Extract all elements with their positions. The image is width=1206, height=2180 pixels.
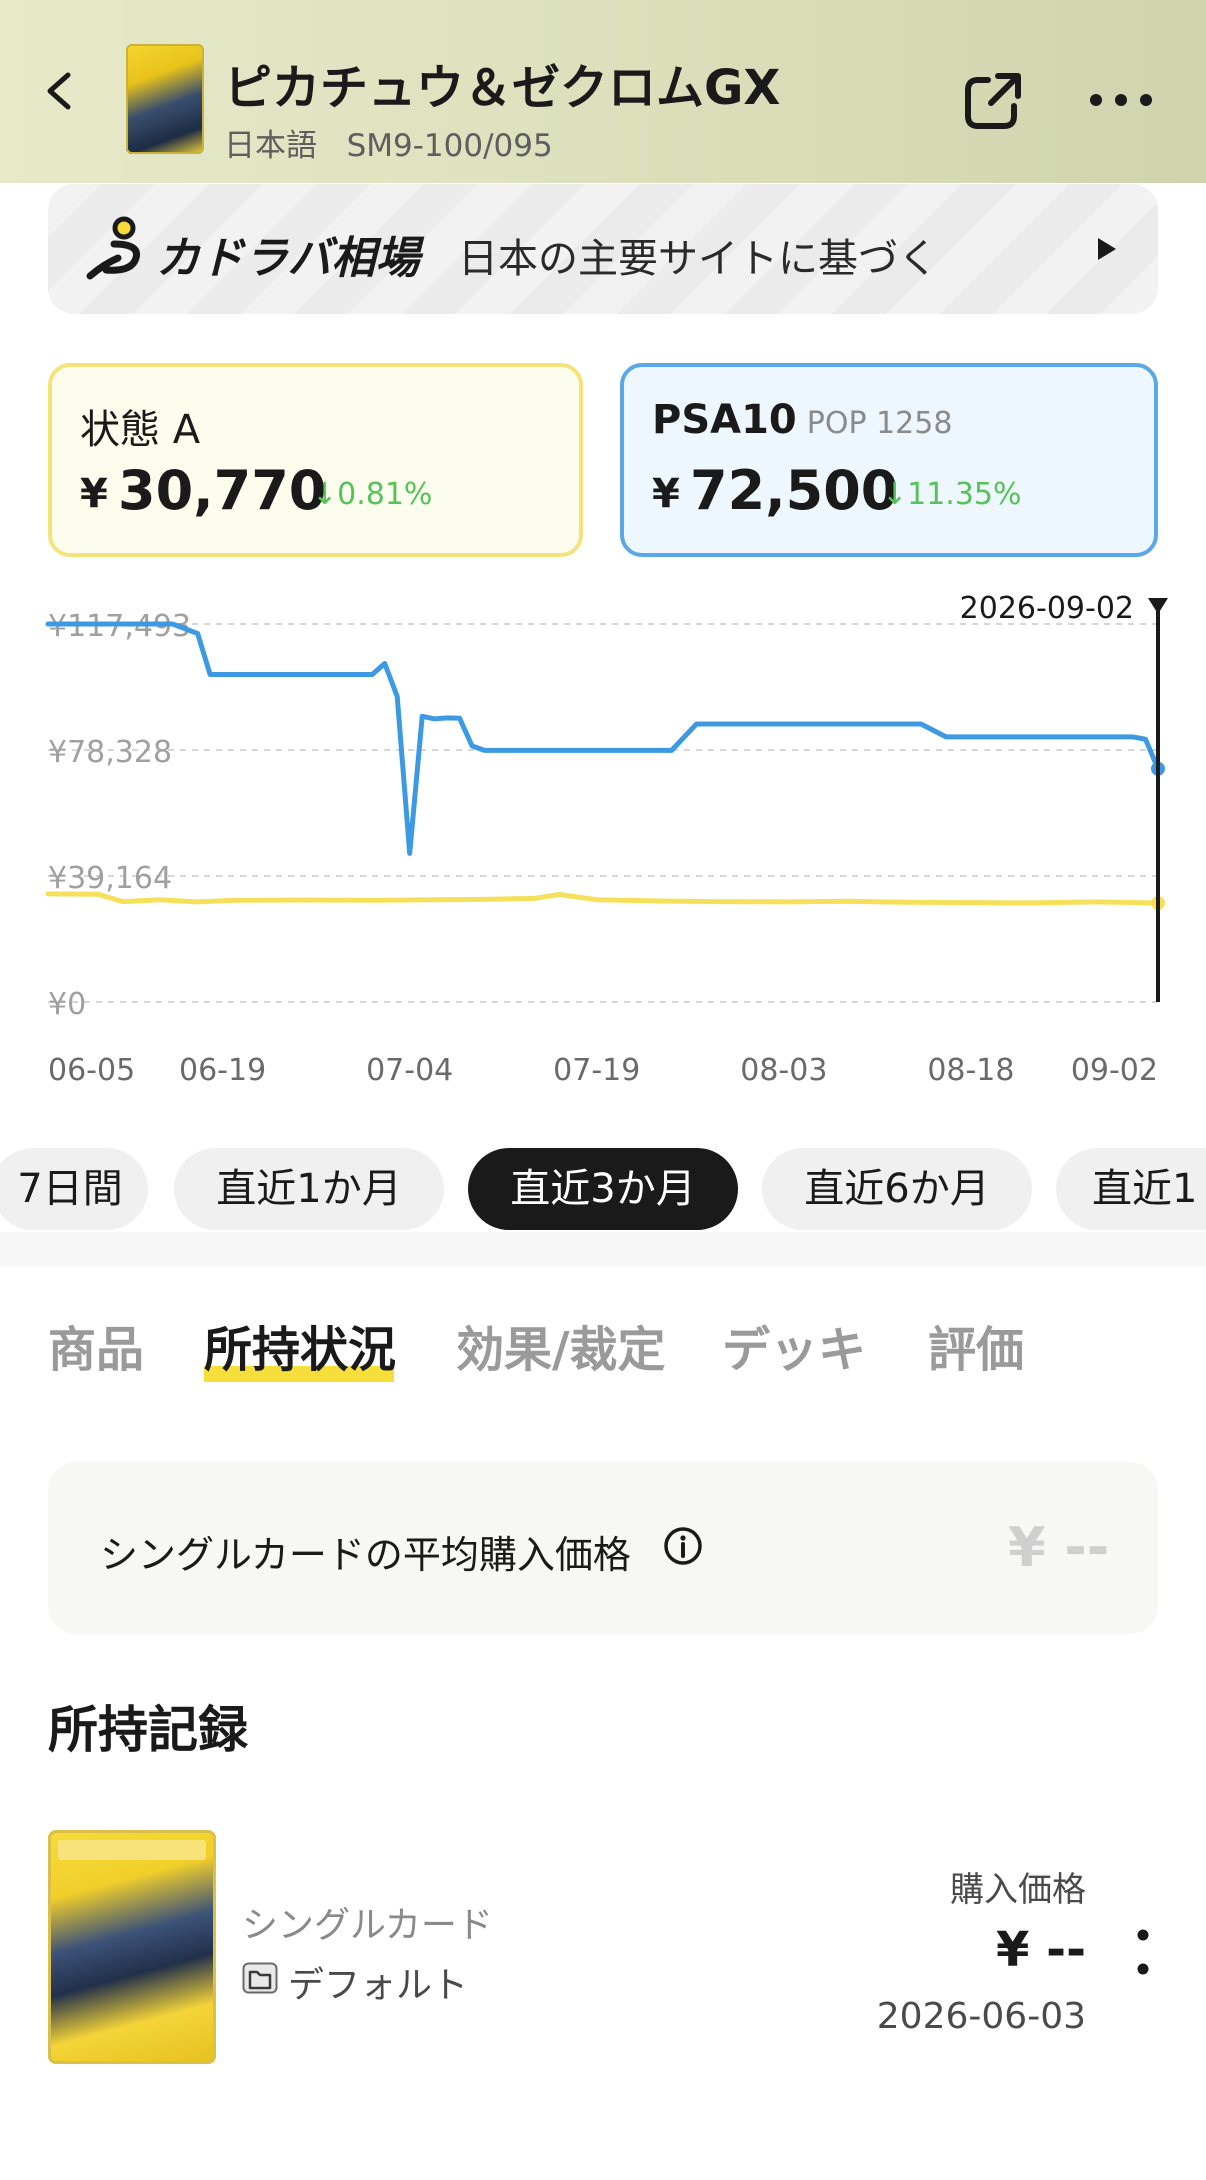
period-3-months[interactable]: 直近3か月 (468, 1148, 738, 1230)
x-tick-label: 08-18 (927, 1053, 1014, 1088)
tab-ownership[interactable]: 所持状況 (204, 1310, 396, 1380)
info-icon[interactable] (663, 1526, 703, 1566)
price-history-chart[interactable]: ¥117,493¥78,328¥39,164¥006-05 06-19 07-04 0… (0, 580, 1206, 1100)
cursor-marker (1148, 598, 1168, 614)
share-icon[interactable] (958, 64, 1030, 136)
psa10-price-card[interactable]: PSA10 POP 1258 ¥ 72,500 ↓11.35% (620, 363, 1158, 557)
purchase-price-label: 購入価格 (950, 1870, 1086, 1910)
average-purchase-price-box: シングルカードの平均購入価格 ¥ -- (48, 1462, 1158, 1634)
x-tick-label: 07-19 (553, 1053, 640, 1088)
brand-logo-icon (86, 216, 140, 280)
folder-icon (242, 1962, 278, 1994)
tab-product[interactable]: 商品 (48, 1310, 144, 1380)
y-tick-label: ¥0 (48, 987, 86, 1022)
average-price-value: ¥ -- (1008, 1516, 1110, 1579)
average-price-label: シングルカードの平均購入価格 (100, 1533, 631, 1577)
card-subtitle: 日本語 SM9-100/095 (224, 120, 553, 165)
period-1-month[interactable]: 直近1か月 (174, 1148, 444, 1230)
period-7-days[interactable]: 7日間 (0, 1148, 148, 1230)
tab-effects[interactable]: 効果/裁定 (456, 1310, 666, 1380)
psa10-price: 72,500 (690, 459, 899, 522)
brand-name: カドラバ相場 (156, 233, 420, 284)
period-6-months[interactable]: 直近6か月 (762, 1148, 1032, 1230)
series-line (45, 621, 1161, 856)
back-icon[interactable] (42, 72, 80, 110)
record-folder: デフォルト (288, 1965, 469, 2006)
top-bar: ピカチュウ＆ゼクロムGX 日本語 SM9-100/095 (0, 0, 1206, 183)
tab-reviews[interactable]: 評価 (928, 1310, 1024, 1380)
purchase-price-value: ¥ -- (996, 1922, 1086, 1978)
card-thumbnail (126, 44, 204, 154)
x-tick-label: 06-05 (48, 1053, 135, 1088)
more-icon[interactable] (1088, 92, 1154, 108)
pop-count: POP 1258 (806, 406, 953, 441)
currency-symbol: ¥ (652, 471, 680, 517)
record-type: シングルカード (242, 1905, 493, 1946)
y-tick-label: ¥39,164 (48, 861, 172, 896)
x-tick-label: 06-19 (179, 1053, 266, 1088)
price-source-note: 日本の主要サイトに基づく (458, 236, 938, 282)
condition-a-price-card[interactable]: 状態 A ¥ 30,770 ↓0.81% (48, 363, 583, 557)
x-tick-label: 09-02 (1071, 1053, 1158, 1088)
record-card-image[interactable] (48, 1830, 216, 2064)
play-icon (1098, 238, 1116, 260)
page-title: ピカチュウ＆ゼクロムGX (224, 60, 781, 116)
price-source-banner[interactable]: カドラバ相場 日本の主要サイトに基づく (48, 184, 1158, 314)
records-heading: 所持記録 (48, 1701, 248, 1759)
period-1-year[interactable]: 直近1 (1056, 1148, 1206, 1230)
card-code: SM9-100/095 (346, 128, 553, 164)
x-tick-label: 08-03 (740, 1053, 827, 1088)
price-change: ↓11.35% (882, 477, 1022, 512)
kebab-icon[interactable] (1136, 1928, 1150, 1976)
section-divider (0, 1232, 1206, 1266)
x-tick-label: 07-04 (366, 1053, 453, 1088)
card-language: 日本語 (224, 128, 317, 164)
condition-label: 状態 A (80, 407, 201, 453)
price-change: ↓0.81% (312, 477, 433, 512)
tab-decks[interactable]: デッキ (722, 1310, 866, 1380)
grade-label: PSA10 POP 1258 (652, 397, 953, 443)
cursor-date-label: 2026-09-02 (960, 591, 1134, 626)
y-tick-label: ¥78,328 (48, 735, 172, 770)
condition-price: 30,770 (118, 459, 327, 522)
record-date: 2026-06-03 (876, 1996, 1086, 2037)
series-line (45, 891, 1161, 906)
currency-symbol: ¥ (80, 471, 108, 517)
